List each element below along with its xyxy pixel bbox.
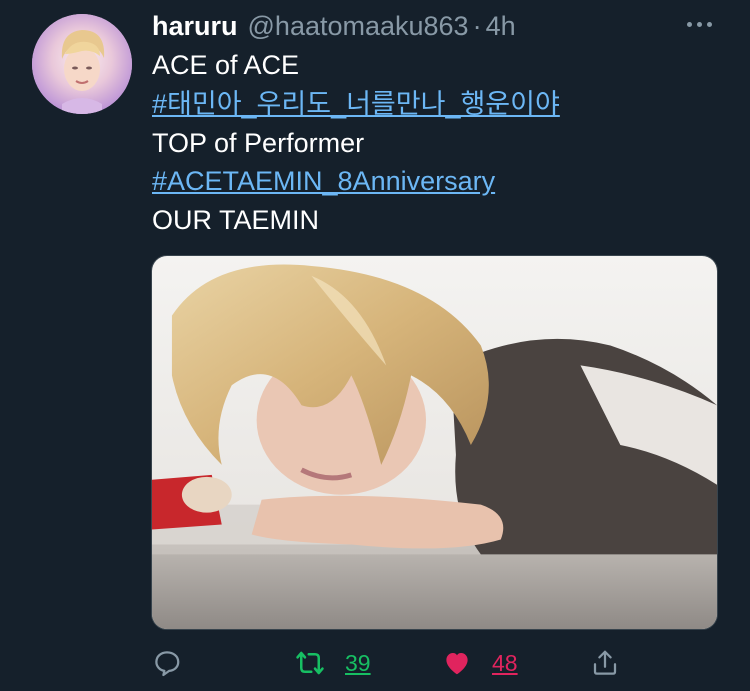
like-count[interactable]: 48 bbox=[492, 650, 518, 677]
like-button[interactable]: 48 bbox=[442, 643, 518, 683]
share-button[interactable] bbox=[590, 643, 620, 683]
retweet-icon bbox=[296, 651, 324, 675]
tweet-actions: 39 48 bbox=[152, 643, 732, 683]
retweet-button[interactable]: 39 bbox=[295, 643, 371, 683]
tweet-card[interactable]: haruru @haatomaaku863 · 4h ACE of ACE #태… bbox=[0, 0, 750, 691]
heart-icon bbox=[446, 653, 468, 675]
retweet-count[interactable]: 39 bbox=[345, 650, 371, 677]
tweet-text-line: ACE of ACE bbox=[152, 50, 300, 80]
tweet-text: ACE of ACE #태민아_우리도_너를만나_행운이야 TOP of Per… bbox=[152, 46, 560, 240]
user-handle[interactable]: @haatomaaku863 bbox=[248, 11, 469, 42]
reply-button[interactable] bbox=[152, 643, 182, 683]
reply-icon bbox=[155, 651, 180, 677]
timestamp[interactable]: 4h bbox=[486, 11, 516, 42]
tweet-header: haruru @haatomaaku863 · 4h bbox=[152, 10, 516, 42]
avatar-image bbox=[32, 14, 132, 114]
display-name[interactable]: haruru bbox=[152, 11, 238, 42]
tweet-photo[interactable] bbox=[151, 255, 718, 630]
hashtag-link[interactable]: #ACETAEMIN_8Anniversary bbox=[152, 166, 495, 196]
avatar[interactable] bbox=[32, 14, 132, 114]
tweet-text-line: OUR TAEMIN bbox=[152, 205, 320, 236]
more-options-icon[interactable] bbox=[681, 12, 717, 36]
separator-dot: · bbox=[472, 10, 482, 41]
photo-image bbox=[152, 256, 717, 629]
hashtag-link[interactable]: #태민아_우리도_너를만나_행운이야 bbox=[152, 89, 560, 119]
tweet-text-line: TOP of Performer bbox=[152, 127, 365, 158]
share-icon bbox=[593, 650, 617, 675]
